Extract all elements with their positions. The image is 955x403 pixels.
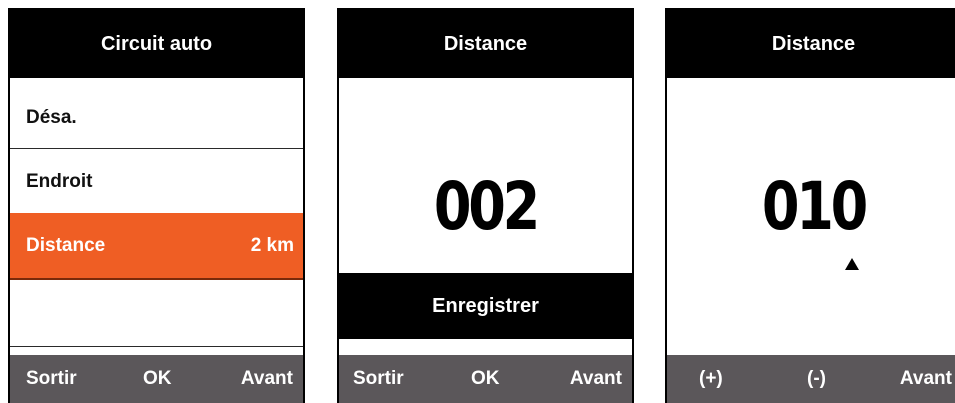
screen-title: Distance [667, 10, 955, 78]
softkey-increment[interactable]: (+) [699, 368, 723, 390]
digit-cursor-icon [845, 258, 859, 270]
softkey-left-sortir[interactable]: Sortir [26, 368, 77, 390]
softkey-bar: (+) (-) Avant [667, 355, 955, 403]
softkey-center-ok[interactable]: OK [471, 368, 500, 390]
menu-divider [10, 346, 303, 347]
softkey-bar: Sortir OK Avant [339, 355, 632, 403]
screen-title: Distance [339, 10, 632, 78]
softkey-right-avant[interactable]: Avant [570, 368, 622, 390]
distance-value: 010 [761, 168, 868, 245]
softkey-center-ok[interactable]: OK [143, 368, 172, 390]
softkey-left-sortir[interactable]: Sortir [353, 368, 404, 390]
softkey-right-avant[interactable]: Avant [900, 368, 952, 390]
menu-item-endroit[interactable]: Endroit [10, 150, 303, 214]
menu-item-desa[interactable]: Désa. [10, 86, 303, 150]
menu-item-label: Endroit [26, 171, 93, 192]
distance-value: 002 [433, 168, 540, 245]
menu-item-label: Désa. [26, 107, 77, 128]
menu-item-value: 2 km [250, 234, 294, 256]
save-button[interactable]: Enregistrer [339, 273, 632, 339]
screen-circuit-auto: Circuit auto Désa. Endroit Distance 2 km… [8, 8, 305, 403]
screen-display: Distance 002 Enregistrer Sortir OK Avant [339, 10, 632, 403]
menu-item-distance[interactable]: Distance 2 km [10, 213, 303, 280]
softkey-right-avant[interactable]: Avant [241, 368, 293, 390]
screen-display: Circuit auto Désa. Endroit Distance 2 km… [10, 10, 303, 403]
softkey-decrement[interactable]: (-) [807, 368, 826, 390]
menu-divider [10, 148, 303, 149]
softkey-bar: Sortir OK Avant [10, 355, 303, 403]
screen-distance-edit: Distance 002 Enregistrer Sortir OK Avant [337, 8, 634, 403]
screen-display: Distance 010 (+) (-) Avant [667, 10, 955, 403]
screen-distance-digit-edit: Distance 010 (+) (-) Avant [665, 8, 955, 403]
screen-title: Circuit auto [10, 10, 303, 78]
menu-item-label: Distance [26, 234, 106, 256]
